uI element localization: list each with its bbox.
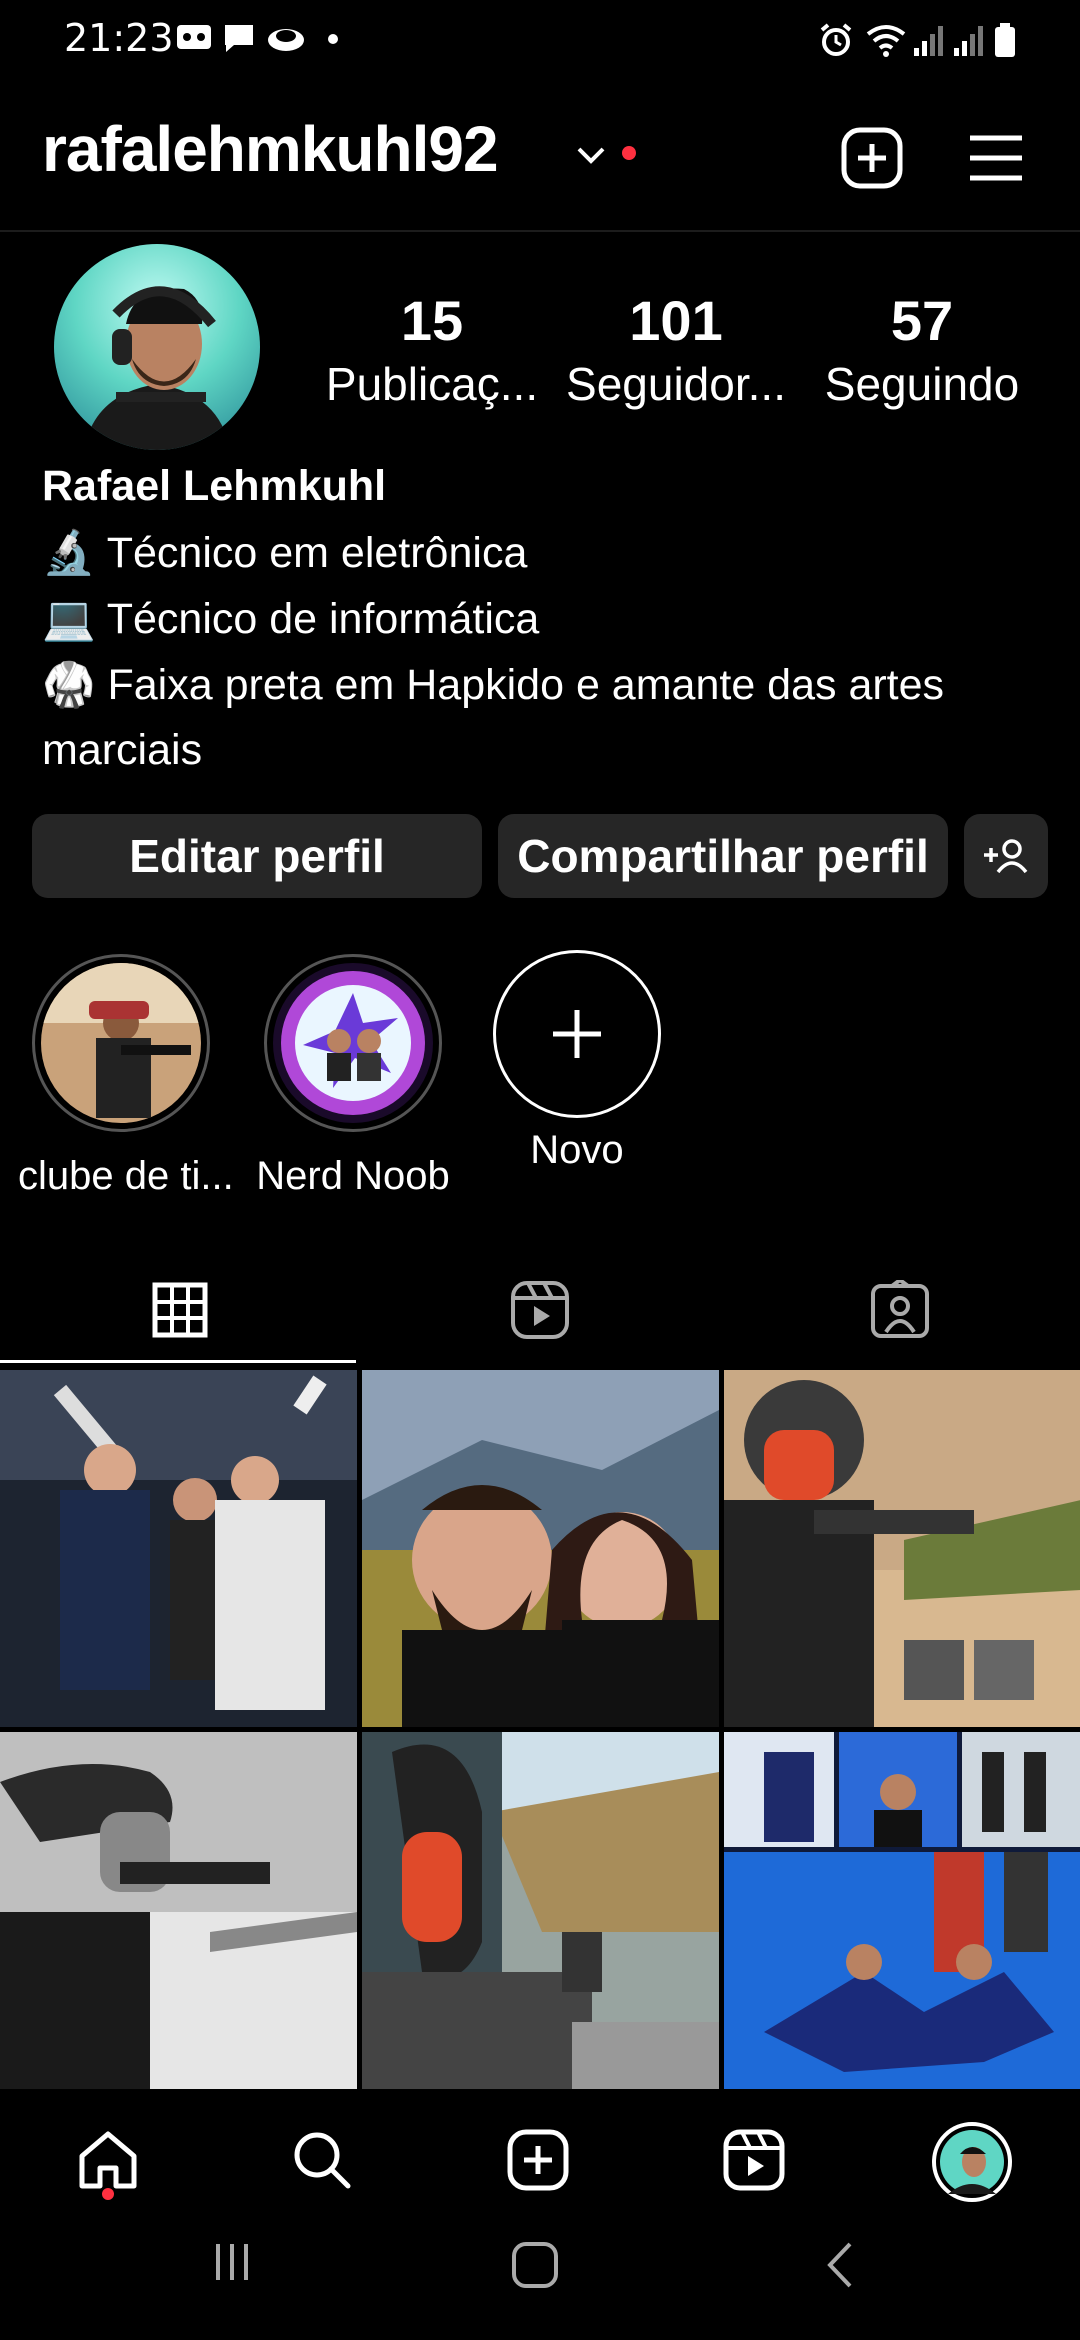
- edit-profile-button[interactable]: Editar perfil: [32, 814, 482, 898]
- nav-profile[interactable]: [930, 2120, 1014, 2204]
- wifi-icon: [866, 25, 906, 57]
- reels-icon: [511, 1281, 569, 1339]
- discover-people-button[interactable]: [964, 814, 1048, 898]
- followers-count: 101: [629, 289, 723, 352]
- tab-tagged[interactable]: [720, 1260, 1080, 1360]
- highlight-cover: [273, 963, 433, 1123]
- new-highlight-ring: [493, 950, 661, 1118]
- plus-icon: [553, 1010, 601, 1058]
- username-switcher[interactable]: rafalehmkuhl92: [42, 112, 499, 186]
- create-icon: [507, 2129, 569, 2191]
- post-thumbnail[interactable]: [724, 1732, 1080, 2089]
- post-thumbnail[interactable]: [0, 1732, 357, 2089]
- highlight-cover: [41, 963, 201, 1123]
- profile-avatar-small: [932, 2122, 1012, 2202]
- laptop-icon: 💻: [42, 595, 96, 643]
- tab-reels[interactable]: [360, 1260, 720, 1360]
- battery-icon: [995, 23, 1015, 57]
- bio-line-cont: marciais: [42, 726, 203, 774]
- signal-icon-1: [914, 26, 943, 56]
- highlight-label: clube de ti...: [18, 1154, 234, 1198]
- post-thumbnail[interactable]: [362, 1732, 719, 2089]
- voicemail-icon: [177, 25, 211, 49]
- bio-text: Faixa preta em Hapkido e amante das arte…: [107, 661, 945, 709]
- home-notification-dot: [102, 2188, 114, 2200]
- active-tab-indicator: [0, 1360, 356, 1363]
- stat-followers[interactable]: 101 Seguidor...: [560, 288, 792, 411]
- app-notification-icon: [268, 29, 304, 51]
- following-label: Seguindo: [824, 358, 1020, 410]
- highlight-nerd-noob[interactable]: Nerd Noob: [250, 954, 456, 1199]
- home-button-icon[interactable]: [510, 2240, 560, 2290]
- bio-line: 🥋 Faixa preta em Hapkido e amante das ar…: [42, 660, 944, 710]
- highlight-label: Novo: [530, 1128, 624, 1172]
- profile-avatar[interactable]: [54, 244, 260, 450]
- following-count: 57: [890, 289, 954, 352]
- post-thumbnail[interactable]: [0, 1370, 357, 1727]
- header-divider: [0, 230, 1080, 232]
- posts-label: Publicaç...: [325, 358, 539, 410]
- stat-posts[interactable]: 15 Publicaç...: [300, 288, 564, 411]
- alarm-icon: [820, 23, 852, 56]
- tab-posts[interactable]: [0, 1260, 360, 1360]
- profile-name: Rafael Lehmkuhl: [42, 462, 387, 510]
- home-icon: [79, 2131, 137, 2189]
- martial-arts-uniform-icon: 🥋: [42, 661, 96, 709]
- share-profile-button[interactable]: Compartilhar perfil: [498, 814, 948, 898]
- posts-count: 15: [400, 289, 464, 352]
- menu-icon[interactable]: [966, 128, 1026, 188]
- tagged-icon: [871, 1280, 929, 1338]
- bio-text: Técnico de informática: [106, 595, 540, 643]
- followers-label: Seguidor...: [566, 358, 786, 410]
- post-thumbnail[interactable]: [724, 1370, 1080, 1727]
- recent-apps-icon[interactable]: [210, 2240, 254, 2284]
- search-icon: [294, 2132, 351, 2189]
- stat-following[interactable]: 57 Seguindo: [810, 288, 1034, 411]
- signal-icon-2: [954, 26, 983, 56]
- message-icon: [225, 25, 253, 52]
- nav-create[interactable]: [498, 2120, 578, 2200]
- highlight-ring: [264, 954, 442, 1132]
- chevron-down-icon[interactable]: [576, 146, 606, 166]
- bio-text: Técnico em eletrônica: [106, 529, 528, 577]
- bio-line: 💻 Técnico de informática: [42, 594, 539, 644]
- add-person-icon: [984, 839, 1028, 874]
- back-icon[interactable]: [822, 2240, 858, 2290]
- reels-icon: [723, 2129, 785, 2191]
- nav-reels[interactable]: [714, 2120, 794, 2200]
- status-time: 21:23: [64, 16, 174, 60]
- highlight-clube-de-tiro[interactable]: clube de ti...: [18, 954, 234, 1199]
- notification-dot: [622, 146, 636, 160]
- create-post-icon[interactable]: [840, 126, 904, 190]
- bio-line: 🔬 Técnico em eletrônica: [42, 528, 527, 578]
- highlight-ring: [32, 954, 210, 1132]
- microscope-icon: 🔬: [42, 529, 96, 577]
- status-bar: 21:23: [0, 0, 1080, 80]
- highlight-label: Nerd Noob: [256, 1154, 450, 1198]
- grid-icon: [152, 1282, 208, 1338]
- nav-search[interactable]: [282, 2120, 362, 2200]
- highlight-new[interactable]: Novo: [484, 950, 670, 1173]
- post-thumbnail[interactable]: [362, 1370, 719, 1727]
- more-notifications-dot: [328, 34, 338, 44]
